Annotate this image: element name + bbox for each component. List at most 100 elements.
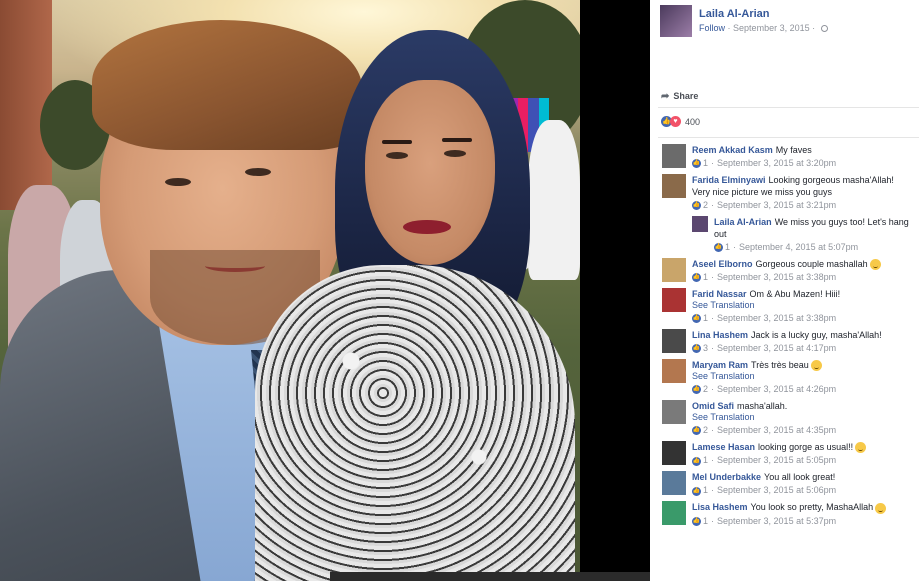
comment-timestamp[interactable]: September 4, 2015 at 5:07pm bbox=[739, 242, 858, 252]
comment-text: You look so pretty, MashaAllah bbox=[750, 502, 874, 513]
comment-body: Farid Nassar Om & Abu Mazen! Hiii! bbox=[692, 284, 913, 300]
see-translation-link[interactable]: See Translation bbox=[692, 412, 913, 423]
commenter-avatar[interactable] bbox=[662, 288, 686, 313]
background-guest bbox=[528, 120, 580, 280]
comment-like-count[interactable]: 1 bbox=[703, 455, 708, 465]
comment-meta: 👍 1 · September 3, 2015 at 5:05pm bbox=[692, 453, 913, 467]
comment-text: Jack is a lucky guy, masha'Allah! bbox=[751, 330, 882, 341]
commenter-name[interactable]: Farid Nassar bbox=[692, 289, 747, 299]
comment-body: Lamese Hasan looking gorge as usual!! bbox=[692, 437, 913, 454]
comment: Reem Akkad Kasm My faves 👍 1 · September 3, 2… bbox=[650, 140, 919, 170]
share-button[interactable]: ➦ Share bbox=[661, 91, 698, 102]
smile-emoji-icon bbox=[810, 360, 822, 372]
comment-meta: 👍 2 · September 3, 2015 at 4:26pm bbox=[692, 382, 913, 396]
thumbs-up-icon: 👍 bbox=[692, 516, 701, 526]
commenter-avatar[interactable] bbox=[662, 258, 686, 282]
commenter-avatar[interactable] bbox=[692, 216, 708, 232]
see-translation-link[interactable]: See Translation bbox=[692, 300, 913, 311]
commenter-avatar[interactable] bbox=[662, 400, 686, 425]
comment-body: Laila Al-Arian We miss you guys too! Let'… bbox=[714, 212, 913, 240]
comment-like-count[interactable]: 1 bbox=[703, 272, 708, 282]
comment-body: Maryam Ram Très très beau bbox=[692, 355, 913, 372]
comment-like-count[interactable]: 1 bbox=[703, 485, 708, 495]
thumbs-up-icon: 👍 bbox=[692, 486, 701, 496]
comment-timestamp[interactable]: September 3, 2015 at 4:17pm bbox=[717, 343, 836, 353]
comment-reply: Laila Al-Arian We miss you guys too! Let'… bbox=[650, 212, 919, 254]
thumbs-up-icon: 👍 bbox=[692, 426, 701, 436]
see-translation-link[interactable]: See Translation bbox=[692, 371, 913, 382]
commenter-avatar[interactable] bbox=[662, 441, 686, 466]
commenter-avatar[interactable] bbox=[662, 144, 686, 168]
follow-link[interactable]: Follow bbox=[699, 23, 725, 33]
comment-like-count[interactable]: 1 bbox=[703, 158, 708, 168]
woman-face bbox=[365, 80, 495, 265]
comment-timestamp[interactable]: September 3, 2015 at 5:06pm bbox=[717, 485, 836, 495]
commenter-name[interactable]: Omid Safi bbox=[692, 401, 734, 411]
heart-icon: ♥ bbox=[670, 116, 681, 127]
post-header: Laila Al-Arian Follow · September 3, 201… bbox=[650, 0, 919, 80]
comment-meta: 👍 1 · September 3, 2015 at 3:20pm bbox=[692, 156, 913, 170]
meta-separator: · bbox=[812, 23, 816, 33]
comment-like-count[interactable]: 1 bbox=[725, 242, 730, 252]
commenter-name[interactable]: Reem Akkad Kasm bbox=[692, 145, 773, 155]
commenter-name[interactable]: Laila Al-Arian bbox=[714, 217, 772, 227]
comment-timestamp[interactable]: September 3, 2015 at 4:35pm bbox=[717, 425, 836, 435]
comment-like-count[interactable]: 2 bbox=[703, 200, 708, 210]
comment-like-count[interactable]: 2 bbox=[703, 384, 708, 394]
comment-timestamp[interactable]: September 3, 2015 at 4:26pm bbox=[717, 384, 836, 394]
commenter-name[interactable]: Farida Elminyawi bbox=[692, 175, 766, 185]
thumbs-up-icon: 👍 bbox=[692, 314, 701, 324]
commenter-name[interactable]: Maryam Ram bbox=[692, 360, 748, 370]
author-avatar[interactable] bbox=[660, 5, 692, 37]
man-hair bbox=[92, 20, 362, 150]
comment-like-count[interactable]: 3 bbox=[703, 343, 708, 353]
meta-separator: · bbox=[711, 384, 715, 395]
commenter-avatar[interactable] bbox=[662, 329, 686, 354]
comment-body: Lina Hashem Jack is a lucky guy, masha'Al… bbox=[692, 325, 913, 341]
comment-like-count[interactable]: 1 bbox=[703, 516, 708, 526]
commenter-avatar[interactable] bbox=[662, 471, 686, 496]
commenter-avatar[interactable] bbox=[662, 359, 686, 384]
woman-eye bbox=[444, 150, 466, 157]
comment-text: My faves bbox=[775, 145, 812, 155]
comment-text: masha'allah. bbox=[737, 401, 788, 412]
post-meta: Follow · September 3, 2015 · bbox=[699, 23, 828, 33]
commenter-name[interactable]: Aseel Elborno bbox=[692, 259, 753, 269]
meta-separator: · bbox=[711, 272, 715, 283]
commenter-avatar[interactable] bbox=[662, 501, 686, 526]
commenter-name[interactable]: Lisa Hashem bbox=[692, 502, 748, 512]
comment-timestamp[interactable]: September 3, 2015 at 3:38pm bbox=[717, 272, 836, 282]
comment-like-count[interactable]: 2 bbox=[703, 425, 708, 435]
comment-body: Farida Elminyawi Looking gorgeous masha'A… bbox=[692, 170, 913, 198]
commenter-name[interactable]: Lamese Hasan bbox=[692, 442, 755, 452]
commenter-name[interactable]: Lina Hashem bbox=[692, 330, 748, 340]
commenter-avatar[interactable] bbox=[662, 174, 686, 198]
share-label: Share bbox=[673, 91, 699, 101]
comment-meta: 👍 2 · September 3, 2015 at 3:21pm bbox=[692, 198, 913, 212]
comment-timestamp[interactable]: September 3, 2015 at 3:38pm bbox=[717, 313, 836, 323]
comment-timestamp[interactable]: September 3, 2015 at 3:21pm bbox=[717, 200, 836, 210]
meta-separator: · bbox=[711, 313, 715, 324]
comment-timestamp[interactable]: September 3, 2015 at 3:20pm bbox=[717, 158, 836, 168]
comment-timestamp[interactable]: September 3, 2015 at 5:37pm bbox=[717, 516, 836, 526]
post-date[interactable]: September 3, 2015 bbox=[733, 23, 810, 33]
reactions-summary[interactable]: 👍 ♥ 400 bbox=[661, 116, 700, 127]
comment-body: Lisa Hashem You look so pretty, MashaAlla… bbox=[692, 497, 913, 514]
meta-separator: · bbox=[711, 425, 715, 436]
commenter-name[interactable]: Mel Underbakke bbox=[692, 472, 761, 482]
meta-separator: · bbox=[711, 200, 715, 210]
man-eye bbox=[165, 178, 191, 186]
thumbs-up-icon: 👍 bbox=[692, 456, 701, 466]
smile-emoji-icon bbox=[875, 502, 887, 514]
meta-separator: · bbox=[711, 515, 715, 526]
comment: Omid Safi masha'allah. See Translation 👍 2 · S… bbox=[650, 396, 919, 437]
divider bbox=[658, 107, 919, 108]
meta-separator: · bbox=[711, 455, 715, 466]
post-photo[interactable] bbox=[0, 0, 580, 581]
comment: Farid Nassar Om & Abu Mazen! Hiii! See Tra… bbox=[650, 284, 919, 325]
photo-caption-strip bbox=[330, 572, 650, 581]
comment-timestamp[interactable]: September 3, 2015 at 5:05pm bbox=[717, 455, 836, 465]
woman-lips bbox=[403, 220, 451, 234]
comment-like-count[interactable]: 1 bbox=[703, 313, 708, 323]
author-name[interactable]: Laila Al-Arian bbox=[699, 8, 770, 20]
